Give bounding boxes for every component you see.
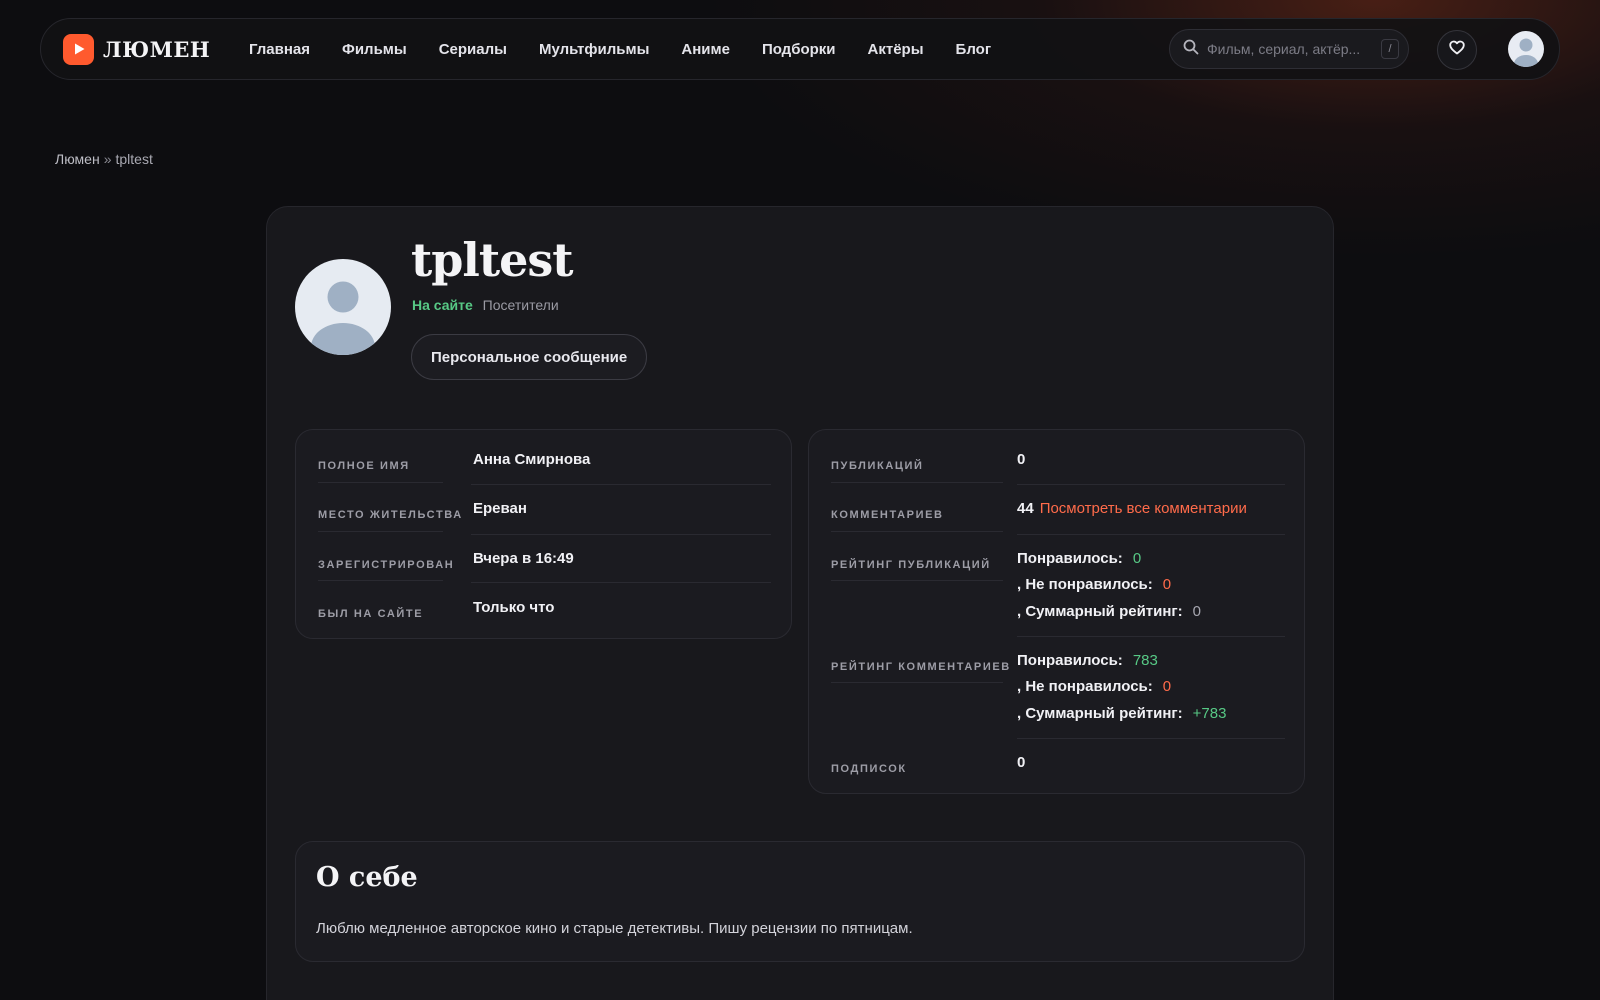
stat-row-subscriptions: Подписок 0 bbox=[831, 754, 1282, 784]
nav-item-home[interactable]: Главная bbox=[249, 41, 310, 58]
breadcrumb-separator: » bbox=[103, 151, 112, 167]
nav-item-collections[interactable]: Подборки bbox=[762, 41, 836, 58]
divider bbox=[831, 682, 1003, 683]
nav-item-cartoons[interactable]: Мультфильмы bbox=[539, 41, 649, 58]
favorites-button[interactable] bbox=[1437, 30, 1477, 70]
profile-username: tpltest bbox=[411, 233, 574, 287]
full-name-label: Полное имя bbox=[318, 460, 410, 472]
pub-rating-total: , Суммарный рейтинг: 0 bbox=[1017, 603, 1201, 620]
stat-row-publications: Публикаций 0 bbox=[831, 451, 1282, 481]
divider bbox=[831, 580, 1003, 581]
breadcrumb-current: tpltest bbox=[115, 151, 153, 167]
subscriptions-label: Подписок bbox=[831, 763, 907, 775]
publications-value: 0 bbox=[1017, 451, 1026, 468]
divider bbox=[471, 484, 771, 485]
profile-card: tpltest На сайте Посетители Персональное… bbox=[266, 206, 1334, 1000]
heart-icon bbox=[1449, 40, 1465, 60]
main-nav: Главная Фильмы Сериалы Мультфильмы Аниме… bbox=[249, 41, 1023, 58]
comment-rating-label: Рейтинг комментариев bbox=[831, 661, 1011, 673]
nav-item-movies[interactable]: Фильмы bbox=[342, 41, 407, 58]
nav-item-series[interactable]: Сериалы bbox=[439, 41, 507, 58]
location-value: Ереван bbox=[473, 500, 527, 517]
disliked-value: 0 bbox=[1162, 678, 1172, 695]
divider bbox=[471, 582, 771, 583]
online-status: На сайте bbox=[412, 297, 473, 313]
stat-row-publication-rating: Рейтинг публикаций Понравилось: 0 , Не по… bbox=[831, 550, 1282, 640]
total-value: +783 bbox=[1192, 705, 1227, 722]
site-logo[interactable]: ЛЮМЕН bbox=[63, 33, 246, 65]
detail-row-location: Место жительства Ереван bbox=[318, 500, 769, 530]
profile-details-box: Полное имя Анна Смирнова Место жительств… bbox=[295, 429, 792, 639]
logo-text: ЛЮМЕН bbox=[103, 36, 211, 62]
about-title: О себе bbox=[316, 862, 418, 893]
publication-rating-label: Рейтинг публикаций bbox=[831, 559, 991, 571]
total-label: , Суммарный рейтинг: bbox=[1017, 705, 1183, 722]
disliked-label: , Не понравилось: bbox=[1017, 576, 1153, 593]
personal-message-button[interactable]: Персональное сообщение bbox=[411, 334, 648, 380]
comment-rating-disliked: , Не понравилось: 0 bbox=[1017, 678, 1171, 695]
user-avatar[interactable] bbox=[1508, 31, 1544, 67]
divider bbox=[831, 531, 1003, 532]
comment-rating-liked: Понравилось: 783 bbox=[1017, 652, 1158, 669]
profile-avatar bbox=[295, 259, 391, 355]
divider bbox=[318, 531, 443, 532]
divider bbox=[471, 534, 771, 535]
comments-count: 44 bbox=[1017, 500, 1034, 517]
full-name-value: Анна Смирнова bbox=[473, 451, 591, 468]
liked-label: Понравилось: bbox=[1017, 550, 1123, 567]
detail-row-last-seen: Был на сайте Только что bbox=[318, 599, 769, 629]
divider bbox=[1017, 636, 1285, 637]
liked-label: Понравилось: bbox=[1017, 652, 1123, 669]
nav-item-blog[interactable]: Блог bbox=[956, 41, 992, 58]
stat-row-comments: Комментариев 44 Посмотреть все комментари… bbox=[831, 500, 1282, 530]
search-icon bbox=[1183, 39, 1199, 60]
comment-rating-total: , Суммарный рейтинг: +783 bbox=[1017, 705, 1226, 722]
disliked-value: 0 bbox=[1162, 576, 1172, 593]
pub-rating-liked: Понравилось: 0 bbox=[1017, 550, 1141, 567]
total-value: 0 bbox=[1192, 603, 1202, 620]
pub-rating-disliked: , Не понравилось: 0 bbox=[1017, 576, 1171, 593]
stat-row-comment-rating: Рейтинг комментариев Понравилось: 783 , Н… bbox=[831, 652, 1282, 742]
about-text: Люблю медленное авторское кино и старые … bbox=[316, 920, 913, 937]
user-group: Посетители bbox=[482, 297, 559, 313]
profile-status-line: На сайте Посетители bbox=[412, 297, 559, 313]
site-header: ЛЮМЕН Главная Фильмы Сериалы Мультфильмы… bbox=[40, 18, 1560, 80]
total-label: , Суммарный рейтинг: bbox=[1017, 603, 1183, 620]
subscriptions-value: 0 bbox=[1017, 754, 1026, 771]
detail-row-full-name: Полное имя Анна Смирнова bbox=[318, 451, 769, 481]
liked-value: 0 bbox=[1132, 550, 1142, 567]
disliked-label: , Не понравилось: bbox=[1017, 678, 1153, 695]
divider bbox=[1017, 534, 1285, 535]
last-seen-value: Только что bbox=[473, 599, 555, 616]
divider bbox=[831, 482, 1003, 483]
view-all-comments-link[interactable]: Посмотреть все комментарии bbox=[1040, 500, 1247, 517]
divider bbox=[318, 482, 443, 483]
last-seen-label: Был на сайте bbox=[318, 608, 424, 620]
divider bbox=[1017, 738, 1285, 739]
search-input[interactable] bbox=[1207, 41, 1377, 57]
liked-value: 783 bbox=[1132, 652, 1158, 669]
breadcrumb: Люмен» tpltest bbox=[55, 151, 153, 167]
nav-item-anime[interactable]: Аниме bbox=[681, 41, 730, 58]
comments-value: 44 Посмотреть все комментарии bbox=[1017, 500, 1247, 517]
location-label: Место жительства bbox=[318, 509, 463, 521]
search-box[interactable]: / bbox=[1169, 29, 1409, 69]
publications-label: Публикаций bbox=[831, 460, 924, 472]
play-icon bbox=[63, 33, 94, 65]
about-section: О себе Люблю медленное авторское кино и … bbox=[295, 841, 1305, 962]
nav-item-actors[interactable]: Актёры bbox=[868, 41, 924, 58]
breadcrumb-home-link[interactable]: Люмен bbox=[55, 151, 100, 167]
registered-label: Зарегистрирован bbox=[318, 559, 455, 571]
comments-label: Комментариев bbox=[831, 509, 944, 521]
search-shortcut-key: / bbox=[1381, 39, 1399, 59]
divider bbox=[318, 580, 443, 581]
detail-row-registered: Зарегистрирован Вчера в 16:49 bbox=[318, 550, 769, 580]
divider bbox=[1017, 484, 1285, 485]
profile-stats-box: Публикаций 0 Комментариев 44 Посмотреть в… bbox=[808, 429, 1305, 794]
registered-value: Вчера в 16:49 bbox=[473, 550, 574, 567]
